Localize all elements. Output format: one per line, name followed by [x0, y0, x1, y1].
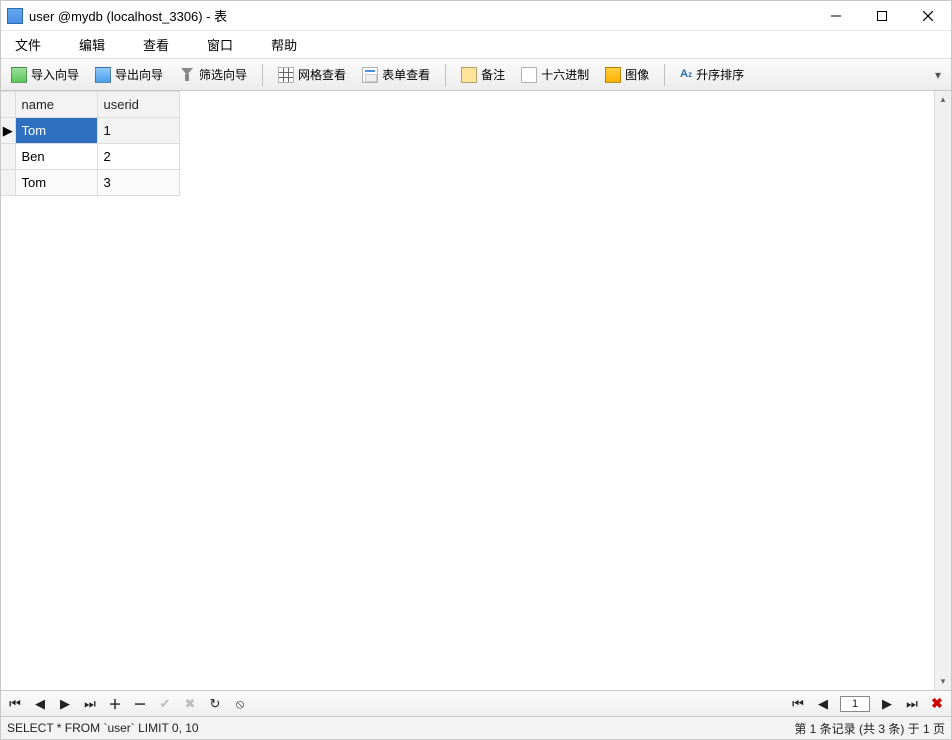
app-icon — [7, 8, 23, 24]
sort-icon: Az — [680, 67, 692, 83]
corner-cell — [1, 92, 15, 118]
import-label: 导入向导 — [31, 66, 79, 83]
grid-table: name userid ▶ Tom 1 Ben 2 Tom — [1, 91, 180, 196]
hex-label: 十六进制 — [541, 66, 589, 83]
cell-name[interactable]: Ben — [15, 144, 97, 170]
hex-button[interactable]: 十六进制 — [515, 63, 595, 86]
sort-asc-button[interactable]: Az 升序排序 — [674, 63, 750, 86]
filter-label: 筛选向导 — [199, 66, 247, 83]
minimize-button[interactable] — [813, 1, 859, 31]
nav-prev-button[interactable]: ◀ — [32, 696, 48, 712]
nav-last-button[interactable]: ⏭ — [82, 696, 98, 712]
menu-bar: 文件 编辑 查看 窗口 帮助 — [1, 31, 951, 59]
toolbar-separator — [445, 64, 446, 86]
record-nav-bar: ⏮ ◀ ▶ ⏭ ＋ － ✔ ✖ ↻ ⦸ ⏮ ◀ 1 ▶ ⏭ ✖ — [1, 691, 951, 717]
status-record-count: 第 1 条记录 (共 3 条) 于 1 页 — [794, 720, 945, 737]
grid-header-row: name userid — [1, 92, 179, 118]
toolbar-separator — [664, 64, 665, 86]
cell-userid[interactable]: 2 — [97, 144, 179, 170]
nav-commit-button[interactable]: ✔ — [157, 696, 173, 712]
column-header-name[interactable]: name — [15, 92, 97, 118]
formview-label: 表单查看 — [382, 66, 430, 83]
menu-file[interactable]: 文件 — [7, 32, 49, 57]
row-indicator: ▶ — [1, 118, 15, 144]
status-sql: SELECT * FROM `user` LIMIT 0, 10 — [7, 721, 199, 735]
nav-delete-button[interactable]: － — [132, 694, 148, 713]
form-view-button[interactable]: 表单查看 — [356, 63, 436, 86]
nav-add-button[interactable]: ＋ — [107, 694, 123, 713]
toolbar: 导入向导 导出向导 筛选向导 网格查看 表单查看 备注 十六进制 图像 Az 升… — [1, 59, 951, 91]
scroll-up-button[interactable]: ▴ — [935, 91, 951, 108]
memo-label: 备注 — [481, 66, 505, 83]
row-indicator — [1, 170, 15, 196]
title-bar: user @mydb (localhost_3306) - 表 — [1, 1, 951, 31]
toolbar-overflow[interactable]: ▾ — [929, 68, 947, 82]
nav-next-button[interactable]: ▶ — [57, 696, 73, 712]
window-title: user @mydb (localhost_3306) - 表 — [29, 6, 227, 25]
page-prev-button[interactable]: ◀ — [815, 696, 831, 712]
export-label: 导出向导 — [115, 66, 163, 83]
table-row[interactable]: Ben 2 — [1, 144, 179, 170]
nav-first-button[interactable]: ⏮ — [7, 696, 23, 712]
image-button[interactable]: 图像 — [599, 63, 655, 86]
filter-icon — [179, 67, 195, 83]
scroll-track[interactable] — [935, 108, 951, 673]
nav-cancel-button[interactable]: ✖ — [182, 696, 198, 712]
image-icon — [605, 67, 621, 83]
nav-refresh-button[interactable]: ↻ — [207, 696, 223, 712]
menu-window[interactable]: 窗口 — [199, 32, 241, 57]
status-bar: SELECT * FROM `user` LIMIT 0, 10 第 1 条记录… — [1, 717, 951, 739]
page-last-button[interactable]: ⏭ — [904, 696, 920, 712]
cell-userid[interactable]: 1 — [97, 118, 179, 144]
menu-view[interactable]: 查看 — [135, 32, 177, 57]
panel-close-button[interactable]: ✖ — [929, 695, 945, 712]
filter-wizard-button[interactable]: 筛选向导 — [173, 63, 253, 86]
column-header-userid[interactable]: userid — [97, 92, 179, 118]
import-icon — [11, 67, 27, 83]
scroll-down-button[interactable]: ▾ — [935, 673, 951, 690]
data-grid[interactable]: name userid ▶ Tom 1 Ben 2 Tom — [1, 91, 934, 690]
window-controls — [813, 1, 951, 31]
memo-icon — [461, 67, 477, 83]
grid-icon — [278, 67, 294, 83]
page-first-button[interactable]: ⏮ — [790, 696, 806, 712]
export-wizard-button[interactable]: 导出向导 — [89, 63, 169, 86]
menu-edit[interactable]: 编辑 — [71, 32, 113, 57]
form-icon — [362, 67, 378, 83]
table-row[interactable]: ▶ Tom 1 — [1, 118, 179, 144]
close-button[interactable] — [905, 1, 951, 31]
maximize-button[interactable] — [859, 1, 905, 31]
import-wizard-button[interactable]: 导入向导 — [5, 63, 85, 86]
page-number-input[interactable]: 1 — [840, 696, 870, 712]
row-indicator — [1, 144, 15, 170]
table-row[interactable]: Tom 3 — [1, 170, 179, 196]
vertical-scrollbar[interactable]: ▴ ▾ — [934, 91, 951, 690]
page-next-button[interactable]: ▶ — [879, 696, 895, 712]
content-area: name userid ▶ Tom 1 Ben 2 Tom — [1, 91, 951, 691]
cell-name[interactable]: Tom — [15, 118, 97, 144]
hex-icon — [521, 67, 537, 83]
sort-label: 升序排序 — [696, 66, 744, 83]
cell-userid[interactable]: 3 — [97, 170, 179, 196]
grid-view-button[interactable]: 网格查看 — [272, 63, 352, 86]
toolbar-separator — [262, 64, 263, 86]
gridview-label: 网格查看 — [298, 66, 346, 83]
memo-button[interactable]: 备注 — [455, 63, 511, 86]
image-label: 图像 — [625, 66, 649, 83]
cell-name[interactable]: Tom — [15, 170, 97, 196]
export-icon — [95, 67, 111, 83]
nav-stop-button[interactable]: ⦸ — [232, 696, 248, 712]
menu-help[interactable]: 帮助 — [263, 32, 305, 57]
